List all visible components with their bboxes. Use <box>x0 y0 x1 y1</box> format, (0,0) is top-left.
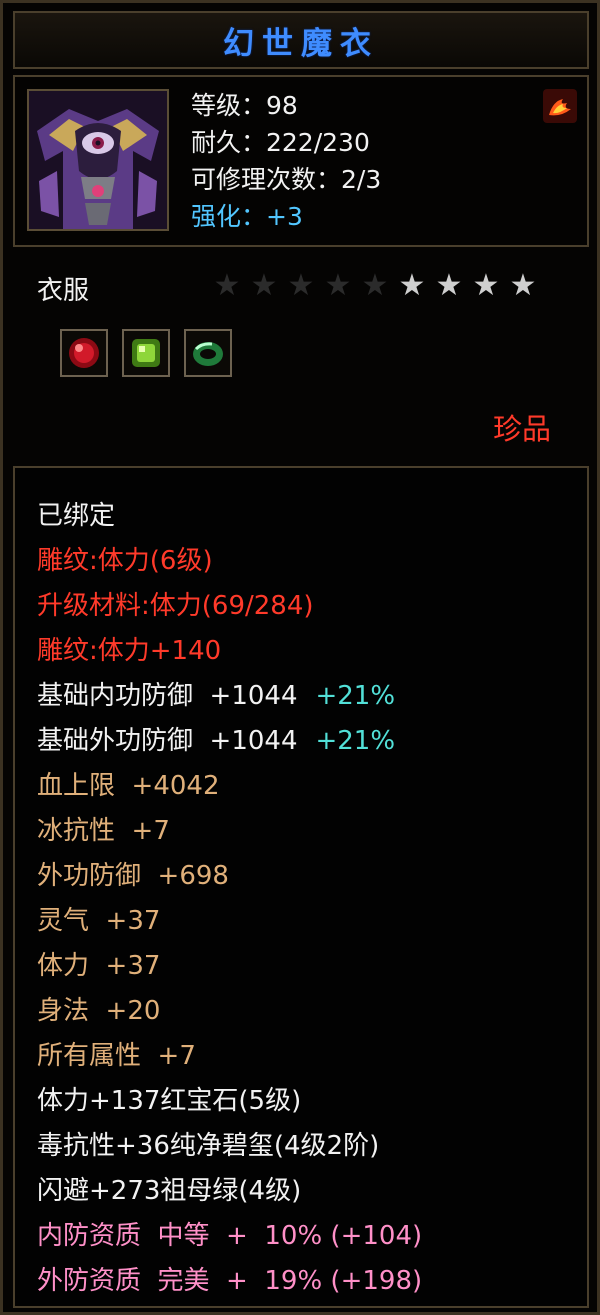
attribute-line: 毒抗性+36纯净碧玺(4级2阶) <box>37 1124 422 1169</box>
star-icon: ★ <box>435 268 463 303</box>
attribute-list: 已绑定雕纹:体力(6级) 升级材料:体力(69/284) 雕纹:体力+140 基础内功… <box>37 494 422 1304</box>
attribute-panel: 已绑定雕纹:体力(6级) 升级材料:体力(69/284) 雕纹:体力+140 基础内功… <box>13 466 589 1308</box>
star-icon: ★ <box>509 268 537 303</box>
green-jade-ring-icon[interactable] <box>184 329 232 377</box>
item-type-label: 衣服 <box>37 276 90 306</box>
attribute-text: 血上限 +4042 <box>37 771 220 801</box>
attribute-text: 灵气 +37 <box>37 906 161 936</box>
attribute-line: 基础内功防御 +1044 +21% <box>37 674 422 719</box>
armor-portrait-icon[interactable] <box>27 89 169 231</box>
attribute-text: 闪避+273祖母绿(4级) <box>37 1176 302 1206</box>
attribute-text: 体力+137红宝石(5级) <box>37 1086 302 1116</box>
star-icon: ★ <box>287 268 315 303</box>
attribute-text: 基础内功防御 +1044 <box>37 681 298 711</box>
stat-repair-count: 可修理次数：2/3 <box>191 165 382 194</box>
star-icon: ★ <box>398 268 426 303</box>
attribute-bonus: +21% <box>315 681 396 711</box>
green-peridot-gem-icon[interactable] <box>122 329 170 377</box>
attribute-line: 所有属性 +7 <box>37 1034 422 1079</box>
gem-sockets <box>60 329 232 377</box>
attribute-text: 冰抗性 +7 <box>37 816 170 846</box>
attribute-line: 闪避+273祖母绿(4级) <box>37 1169 422 1214</box>
attribute-line: 雕纹:体力+140 <box>37 629 422 674</box>
attribute-line: 内防资质 中等 + 10% (+104) <box>37 1214 422 1259</box>
star-rating: ★ ★ ★ ★ ★ ★ ★ ★ ★ <box>211 267 539 305</box>
attribute-bonus: +21% <box>315 726 396 756</box>
attribute-text: 外功防御 +698 <box>37 861 229 891</box>
attribute-text: 已绑定 <box>37 501 116 531</box>
star-icon: ★ <box>472 268 500 303</box>
stat-enhance: 强化：+3 <box>191 202 303 231</box>
stat-level: 等级：98 <box>191 91 298 120</box>
attribute-line: 体力 +37 <box>37 944 422 989</box>
item-name: 幻世魔衣 <box>223 25 379 62</box>
phoenix-badge-icon <box>543 89 577 123</box>
attribute-text: 体力 +37 <box>37 951 161 981</box>
item-header: 等级：98 耐久：222/230 可修理次数：2/3 强化：+3 <box>13 75 589 247</box>
attribute-text: 外防资质 完美 + 19% (+198) <box>37 1266 423 1296</box>
red-ruby-gem-icon[interactable] <box>60 329 108 377</box>
item-stats: 等级：98 耐久：222/230 可修理次数：2/3 强化：+3 <box>191 87 381 235</box>
star-icon: ★ <box>213 268 241 303</box>
attribute-text: 基础外功防御 +1044 <box>37 726 298 756</box>
attribute-line: 冰抗性 +7 <box>37 809 422 854</box>
attribute-line: 血上限 +4042 <box>37 764 422 809</box>
quality-label: 珍品 <box>492 412 551 446</box>
attribute-line: 雕纹:体力(6级) <box>37 539 422 584</box>
attribute-text: 雕纹:体力(6级) <box>37 546 213 576</box>
attribute-line: 身法 +20 <box>37 989 422 1034</box>
attribute-line: 外防资质 完美 + 19% (+198) <box>37 1259 422 1304</box>
attribute-line: 升级材料:体力(69/284) <box>37 584 422 629</box>
attribute-text: 身法 +20 <box>37 996 161 1026</box>
star-icon: ★ <box>324 268 352 303</box>
attribute-line: 灵气 +37 <box>37 899 422 944</box>
attribute-line: 已绑定 <box>37 494 422 539</box>
attribute-text: 内防资质 中等 + 10% (+104) <box>37 1221 423 1251</box>
attribute-line: 体力+137红宝石(5级) <box>37 1079 422 1124</box>
title-bar: 幻世魔衣 <box>13 11 589 69</box>
stat-durability: 耐久：222/230 <box>191 128 370 157</box>
attribute-text: 雕纹:体力+140 <box>37 636 222 666</box>
star-icon: ★ <box>361 268 389 303</box>
attribute-line: 外功防御 +698 <box>37 854 422 899</box>
attribute-text: 升级材料:体力(69/284) <box>37 591 314 621</box>
attribute-line: 基础外功防御 +1044 +21% <box>37 719 422 764</box>
star-icon: ★ <box>250 268 278 303</box>
attribute-text: 所有属性 +7 <box>37 1041 196 1071</box>
attribute-text: 毒抗性+36纯净碧玺(4级2阶) <box>37 1131 380 1161</box>
item-tooltip: 幻世魔衣 等级：98 耐久：222/230 可修理次数：2/3 强化：+3 衣服… <box>0 0 600 1315</box>
